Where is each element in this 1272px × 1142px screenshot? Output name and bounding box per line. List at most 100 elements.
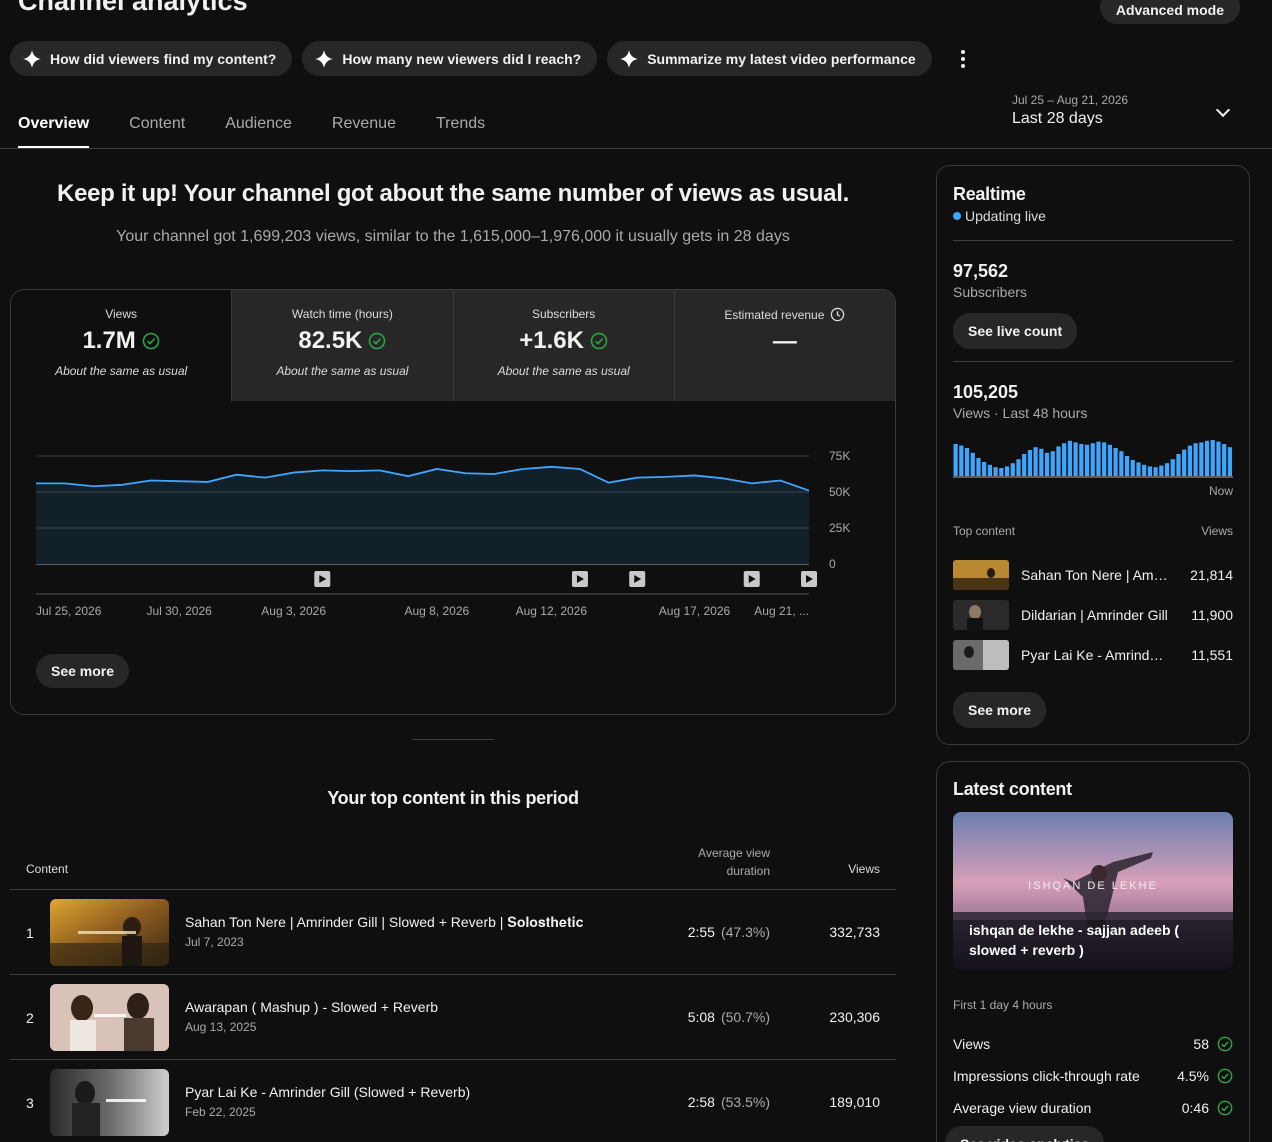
video-views: 11,551 [1191, 647, 1233, 663]
tab-trends[interactable]: Trends [436, 100, 485, 148]
realtime-bar [1056, 446, 1061, 476]
advanced-mode-button[interactable]: Advanced mode [1099, 0, 1240, 24]
sparkle-icon [315, 49, 334, 68]
top-content-label: Top content [953, 524, 1016, 538]
suggestion-chips: How did viewers find my content? How man… [10, 41, 978, 76]
metric-revenue[interactable]: Estimated revenue — [673, 290, 895, 401]
video-title: Sahan Ton Nere | Amrinder Gill [1021, 567, 1171, 583]
metric-label: Estimated revenue [724, 307, 825, 322]
video-title[interactable]: Pyar Lai Ke - Amrinder Gill (Slowed + Re… [185, 1084, 470, 1100]
realtime-bar [1004, 466, 1010, 476]
top-content-table: Content Average view duration Views 1 Sa… [10, 840, 896, 1142]
realtime-bar [999, 468, 1004, 476]
see-more-button[interactable]: See more [953, 692, 1047, 728]
video-date: Feb 22, 2025 [185, 1105, 256, 1119]
tab-revenue[interactable]: Revenue [332, 100, 396, 148]
metric-label: Watch time (hours) [291, 307, 393, 321]
views-column-label: Views [1201, 524, 1233, 538]
metric-subscribers[interactable]: Subscribers +1.6K About the same as usua… [452, 290, 674, 401]
latest-video-title[interactable]: ishqan de lekhe - sajjan adeeb ( slowed … [969, 920, 1217, 960]
realtime-bar [1033, 447, 1038, 476]
see-video-analytics-button[interactable]: See video analytics [945, 1126, 1105, 1142]
latest-video-thumbnail[interactable]: ISHQAN DE LEKHE ishqan de lekhe - sajjan… [953, 812, 1233, 970]
realtime-bar [959, 445, 964, 476]
video-title: Dildarian | Amrinder Gill [1021, 607, 1168, 623]
video-title: Pyar Lai Ke - Amrinder Gill [1021, 647, 1171, 663]
now-label: Now [1208, 484, 1233, 498]
avd-time: 2:55 [687, 924, 715, 940]
video-views: 230,306 [829, 1009, 880, 1025]
latest-stat-row: Average view duration 0:46 [953, 1098, 1233, 1118]
metric-views[interactable]: Views 1.7M About the same as usual [11, 290, 232, 401]
y-tick-label: 50K [829, 485, 850, 499]
latest-stat-row: Views 58 [953, 1034, 1233, 1054]
realtime-bar [1130, 460, 1135, 476]
avg-view-duration: 5:08 (50.7%) [688, 1009, 770, 1025]
realtime-bar [1113, 448, 1118, 476]
latest-content-card: Latest content ISHQAN DE LEKHE ishqan de… [936, 761, 1250, 1142]
latest-stat-row: Impressions click-through rate 4.5% [953, 1066, 1233, 1086]
realtime-bar [1044, 452, 1050, 476]
realtime-bar [1187, 445, 1192, 476]
metric-note: About the same as usual [497, 364, 630, 378]
y-tick-label: 0 [829, 557, 836, 571]
views-line-chart[interactable]: 75K 50K 25K 0 Jul 25, 2026 Jul 30, 2026 Aug 3,… [11, 401, 896, 641]
realtime-bar [1222, 444, 1227, 476]
realtime-bar [1142, 464, 1147, 476]
metric-watch-time[interactable]: Watch time (hours) 82.5K About the same … [231, 290, 453, 401]
stat-label: Views [953, 1036, 991, 1052]
realtime-bar [1119, 451, 1124, 476]
video-thumbnail[interactable] [50, 1069, 169, 1136]
realtime-bar-chart[interactable] [953, 438, 1233, 478]
more-options-icon[interactable] [948, 44, 978, 74]
see-more-button[interactable]: See more [36, 654, 130, 688]
realtime-bar [1159, 465, 1164, 476]
video-thumbnail[interactable] [50, 899, 169, 966]
row-rank: 1 [26, 925, 34, 941]
realtime-content-item[interactable]: Dildarian | Amrinder Gill 11,900 [953, 600, 1233, 630]
x-tick-label: Aug 17, 2026 [659, 604, 731, 618]
realtime-bar [993, 467, 998, 476]
overview-card: Views 1.7M About the same as usual Watch… [10, 289, 896, 715]
divider [953, 240, 1233, 241]
see-live-count-button[interactable]: See live count [953, 313, 1078, 349]
table-row[interactable]: 1 Sahan Ton Nere | Amrinder Gill | Slowe… [10, 890, 896, 975]
latest-content-title: Latest content [953, 779, 1072, 799]
views-48h-label: Views · Last 48 hours [953, 405, 1088, 421]
video-title[interactable]: Awarapan ( Mashup ) - Slowed + Reverb [185, 999, 438, 1015]
table-row[interactable]: 3 Pyar Lai Ke - Amrinder Gill (Slowed + … [10, 1060, 896, 1142]
tab-audience[interactable]: Audience [225, 100, 292, 148]
realtime-subscribers: 97,562 [953, 261, 1009, 281]
video-thumbnail[interactable] [50, 984, 169, 1051]
realtime-bar [1096, 441, 1101, 476]
x-tick-label: Aug 21, ... [754, 604, 809, 618]
avd-percent: (53.5%) [720, 1094, 770, 1110]
tab-overview[interactable]: Overview [18, 100, 90, 148]
video-date: Jul 7, 2023 [185, 935, 244, 949]
video-title[interactable]: Sahan Ton Nere | Amrinder Gill | Slowed … [185, 914, 583, 931]
realtime-bar [1079, 444, 1084, 476]
chip-label: How did viewers find my content? [50, 50, 277, 67]
realtime-bar [1176, 454, 1181, 476]
realtime-bar [1027, 450, 1032, 476]
avd-percent: (50.7%) [720, 1009, 770, 1025]
chip-viewers-find[interactable]: How did viewers find my content? [10, 41, 293, 76]
realtime-bar [1170, 459, 1175, 476]
table-row[interactable]: 2 Awarapan ( Mashup ) - Slowed + Reverb … [10, 975, 896, 1060]
sparkle-icon [620, 49, 639, 68]
realtime-bar [1124, 456, 1130, 476]
date-range-picker[interactable]: Jul 25 – Aug 21, 2026 Last 28 days [1012, 93, 1242, 128]
top-content-title: Your top content in this period [327, 788, 579, 808]
avg-view-duration: 2:55 (47.3%) [688, 924, 770, 940]
metric-label: Views [105, 307, 138, 321]
column-content: Content [26, 862, 69, 876]
chip-summarize-latest[interactable]: Summarize my latest video performance [607, 41, 932, 76]
analytics-tabs: Overview Content Audience Revenue Trends [18, 100, 485, 148]
chip-new-viewers[interactable]: How many new viewers did I reach? [302, 41, 598, 76]
tab-content[interactable]: Content [129, 100, 185, 148]
realtime-content-item[interactable]: Sahan Ton Nere | Amrinder Gill 21,814 [953, 560, 1233, 590]
metric-note: About the same as usual [276, 364, 409, 378]
realtime-content-item[interactable]: Pyar Lai Ke - Amrinder Gill 11,551 [953, 640, 1233, 670]
realtime-bar [1153, 467, 1158, 476]
video-views: 21,814 [1190, 567, 1233, 583]
